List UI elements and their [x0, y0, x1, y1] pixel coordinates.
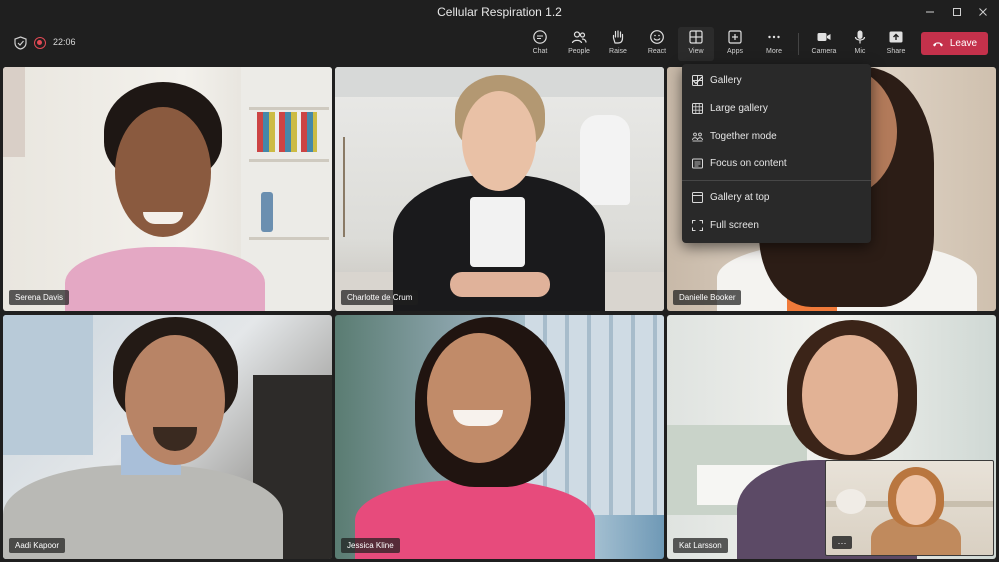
- maximize-icon: [953, 7, 961, 16]
- leave-label: Leave: [949, 38, 978, 49]
- more-icon: [768, 35, 780, 39]
- apps-label: Apps: [727, 48, 743, 55]
- share-label: Share: [886, 48, 906, 55]
- chat-icon: [533, 30, 547, 44]
- chat-label: Chat: [532, 48, 548, 55]
- recording-icon: [34, 37, 46, 49]
- mic-button[interactable]: Mic: [842, 27, 878, 61]
- share-icon: [889, 31, 903, 43]
- participant-name: Jessica Kline: [341, 538, 400, 553]
- participant-name: Aadi Kapoor: [9, 538, 66, 553]
- apps-icon: [728, 30, 742, 44]
- menu-item-large-gallery[interactable]: Large gallery: [682, 95, 871, 122]
- menu-item-label: Full screen: [710, 220, 759, 231]
- video-tile[interactable]: Aadi Kapoor: [3, 315, 332, 559]
- menu-divider: [682, 180, 871, 181]
- people-icon: [571, 31, 587, 44]
- react-button[interactable]: React: [639, 27, 675, 61]
- more-button[interactable]: More: [756, 27, 792, 61]
- camera-label: Camera: [811, 48, 837, 55]
- menu-item-gallery-at-top[interactable]: Gallery at top: [682, 184, 871, 211]
- participant-name: Serena Davis: [9, 290, 70, 305]
- menu-item-gallery[interactable]: Gallery: [682, 67, 871, 94]
- react-label: React: [647, 48, 667, 55]
- video-tile[interactable]: Charlotte de Crum: [335, 67, 664, 311]
- view-menu: Gallery Large gallery Together mode Focu…: [682, 64, 871, 243]
- raise-hand-button[interactable]: Raise: [600, 27, 636, 61]
- video-tile[interactable]: Serena Davis: [3, 67, 332, 311]
- people-label: People: [568, 48, 590, 55]
- mic-icon: [854, 30, 866, 44]
- participant-name: Charlotte de Crum: [341, 290, 419, 305]
- menu-item-together-mode[interactable]: Together mode: [682, 123, 871, 150]
- leave-button[interactable]: Leave: [921, 32, 988, 55]
- video-tile[interactable]: Jessica Kline: [335, 315, 664, 559]
- checkmark-icon: [692, 76, 703, 85]
- menu-item-label: Gallery: [710, 75, 742, 86]
- raise-hand-icon: [612, 30, 624, 44]
- meeting-toolbar: 22:06 Chat People Raise React View Apps …: [0, 23, 999, 64]
- chat-button[interactable]: Chat: [522, 27, 558, 61]
- gallery-top-icon: [692, 192, 703, 203]
- meeting-timer: 22:06: [53, 37, 76, 47]
- title-bar: Cellular Respiration 1.2: [0, 0, 999, 23]
- mic-label: Mic: [854, 48, 866, 55]
- participant-name: Danielle Booker: [673, 290, 742, 305]
- people-button[interactable]: People: [561, 27, 597, 61]
- self-view-more-button[interactable]: ···: [832, 536, 852, 549]
- more-label: More: [766, 48, 782, 55]
- view-button[interactable]: View: [678, 27, 714, 61]
- view-grid-icon: [689, 30, 703, 44]
- window-title: Cellular Respiration 1.2: [437, 5, 562, 19]
- raise-label: Raise: [609, 48, 627, 55]
- close-window-button[interactable]: [967, 0, 999, 23]
- toolbar-divider: [798, 33, 799, 55]
- together-mode-icon: [692, 132, 703, 142]
- apps-button[interactable]: Apps: [717, 27, 753, 61]
- large-gallery-icon: [692, 103, 703, 114]
- minimize-icon: [926, 11, 934, 12]
- hang-up-icon: [932, 41, 943, 46]
- close-icon: [979, 7, 987, 16]
- menu-item-label: Focus on content: [710, 158, 787, 169]
- react-icon: [650, 30, 664, 44]
- menu-item-full-screen[interactable]: Full screen: [682, 212, 871, 239]
- full-screen-icon: [692, 220, 703, 231]
- menu-item-label: Together mode: [710, 131, 777, 142]
- participant-name: Kat Larsson: [673, 538, 728, 553]
- share-button[interactable]: Share: [878, 27, 914, 61]
- camera-icon: [817, 33, 831, 41]
- focus-content-icon: [692, 158, 703, 169]
- camera-button[interactable]: Camera: [806, 27, 842, 61]
- menu-item-label: Gallery at top: [710, 192, 770, 203]
- view-label: View: [688, 48, 704, 55]
- shield-icon: [14, 36, 27, 50]
- menu-item-focus-on-content[interactable]: Focus on content: [682, 150, 871, 177]
- menu-item-label: Large gallery: [710, 103, 768, 114]
